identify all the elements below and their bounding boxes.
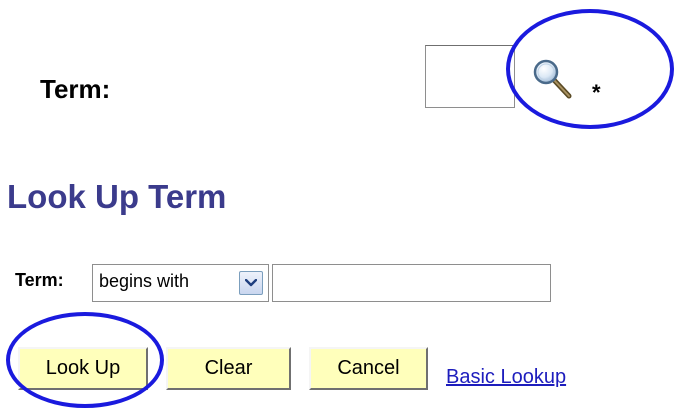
look-up-button[interactable]: Look Up <box>18 347 148 390</box>
search-term-label: Term: <box>15 270 64 290</box>
chevron-down-icon <box>245 279 257 287</box>
term-label: Term: <box>40 74 111 104</box>
search-value-input[interactable] <box>272 264 551 302</box>
dropdown-button[interactable] <box>239 271 263 295</box>
basic-lookup-link[interactable]: Basic Lookup <box>446 366 566 389</box>
magnifying-glass-icon <box>533 59 572 99</box>
cancel-button[interactable]: Cancel <box>309 347 428 390</box>
term-input[interactable] <box>425 45 515 108</box>
required-indicator: * <box>592 80 601 105</box>
clear-button[interactable]: Clear <box>166 347 291 390</box>
page-title: Look Up Term <box>7 178 227 215</box>
operator-select[interactable]: begins with <box>92 264 269 302</box>
operator-value: begins with <box>99 271 190 291</box>
term-search-button[interactable] <box>532 58 578 102</box>
